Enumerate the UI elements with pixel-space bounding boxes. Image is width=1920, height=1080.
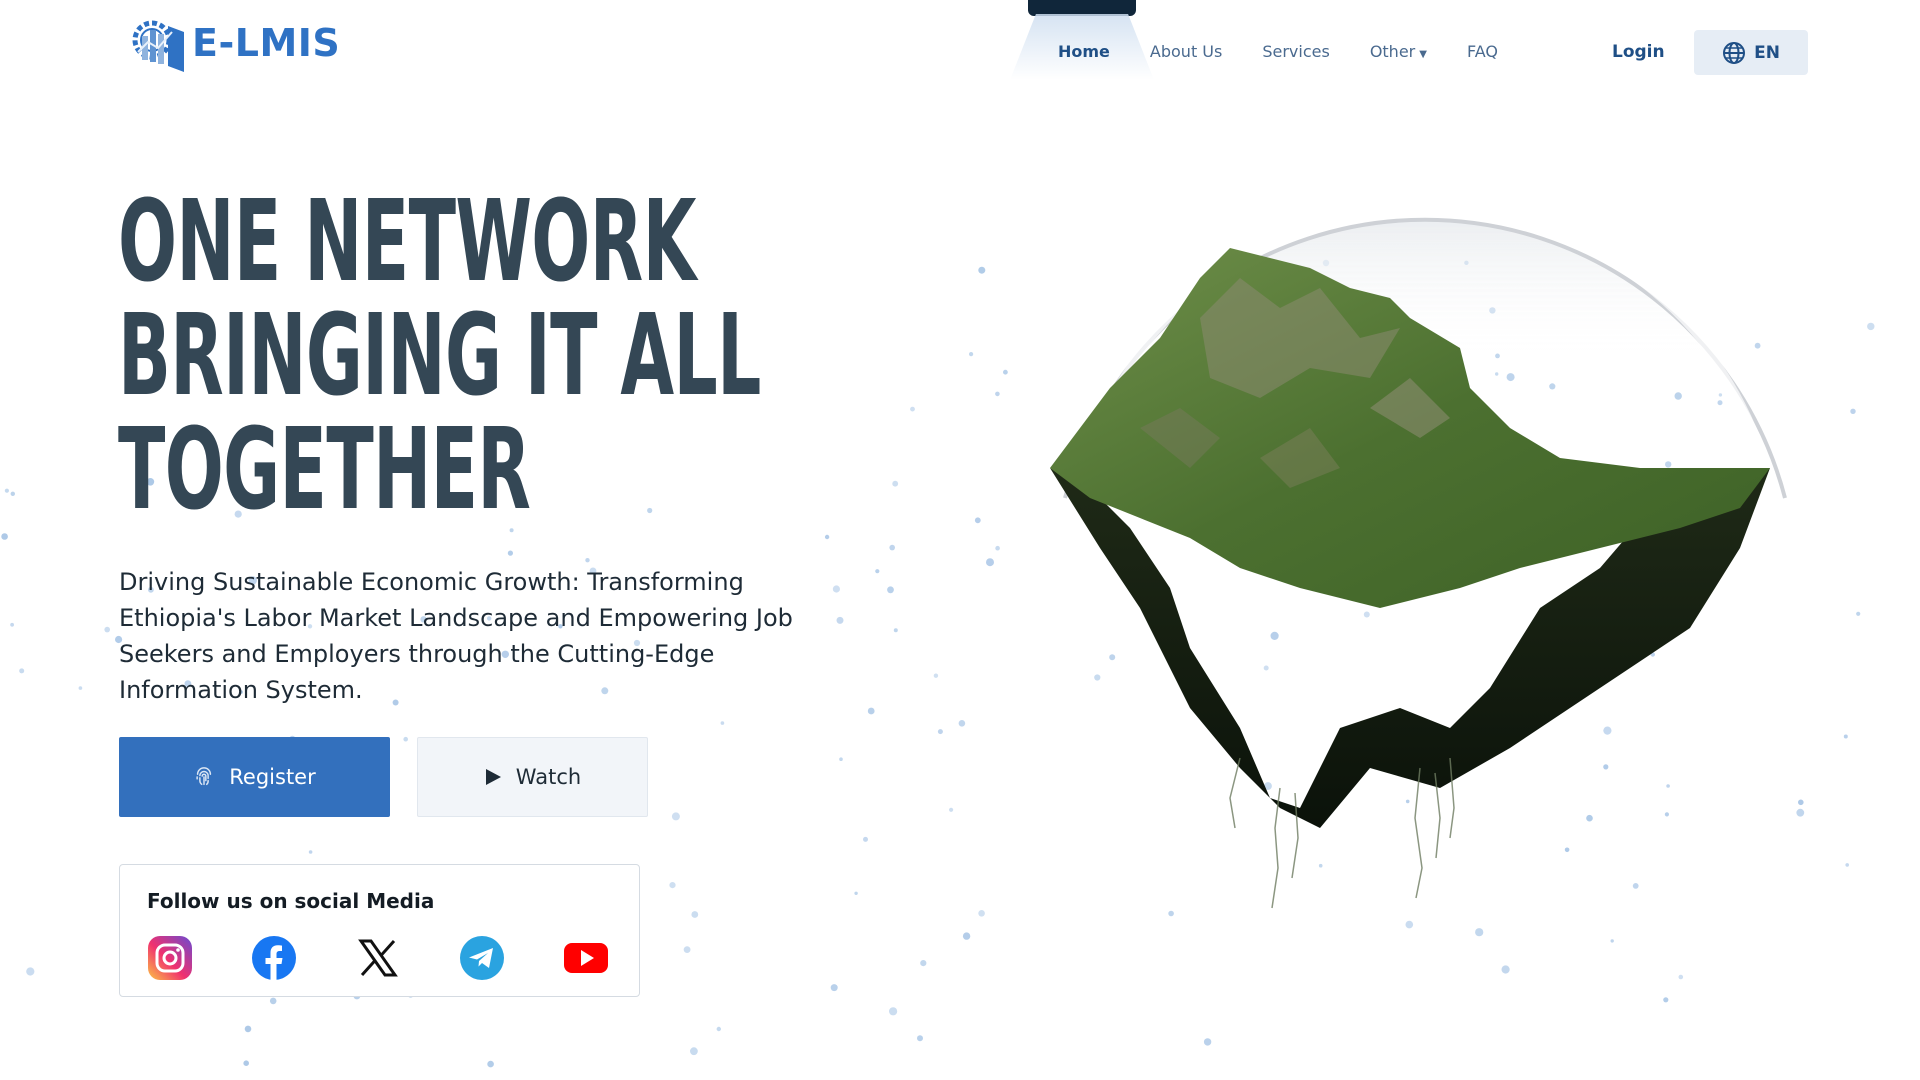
particle-dot	[867, 707, 875, 715]
particle-dot	[585, 558, 590, 563]
logo-gear-icon	[132, 20, 184, 72]
particle-dot	[269, 997, 277, 1005]
particle-dot	[986, 558, 994, 567]
particle-dot	[863, 836, 868, 842]
x-icon[interactable]	[355, 935, 401, 981]
particle-dot	[978, 910, 985, 917]
particle-dot	[244, 1025, 252, 1033]
particle-dot	[887, 586, 894, 594]
particle-dot	[824, 534, 830, 540]
headline-line: BRINGING IT ALL	[118, 291, 761, 421]
particle-dot	[1850, 408, 1856, 414]
register-label: Register	[229, 765, 316, 789]
particle-dot	[1843, 734, 1848, 739]
particle-dot	[1845, 863, 1849, 867]
social-icons-row	[147, 935, 609, 981]
particle-dot	[917, 1035, 923, 1042]
particle-dot	[19, 668, 25, 674]
fingerprint-icon	[196, 767, 212, 786]
particle-dot	[920, 960, 927, 967]
particle-dot	[889, 544, 895, 551]
nav-item-about-us[interactable]: About Us	[1150, 42, 1222, 61]
headline-line: TOGETHER	[118, 405, 531, 535]
particle-dot	[720, 721, 725, 725]
particle-dot	[308, 850, 313, 854]
particle-dot	[691, 911, 699, 918]
globe-icon	[1723, 41, 1746, 64]
ethiopia-island-illustration	[1050, 206, 1787, 909]
nav-active-indicator	[1028, 0, 1136, 16]
register-button[interactable]: Register	[119, 737, 390, 817]
particle-dot	[10, 622, 15, 627]
particle-dot	[669, 882, 676, 889]
nav-item-other-label: Other	[1369, 42, 1416, 61]
particle-dot	[875, 569, 880, 574]
particle-dot	[671, 812, 680, 821]
particle-dot	[487, 1060, 494, 1068]
hero-subtitle: Driving Sustainable Economic Growth: Tra…	[119, 568, 793, 704]
particle-dot	[836, 616, 844, 624]
particle-dot	[1501, 965, 1510, 974]
particle-dot	[889, 1007, 898, 1016]
main-nav: Home About Us Services Other ▼ FAQ	[1058, 42, 1538, 61]
particle-dot	[78, 686, 83, 690]
particle-dot	[832, 585, 841, 593]
particle-dot	[937, 729, 943, 735]
particle-dot	[683, 946, 691, 953]
telegram-icon[interactable]	[459, 935, 505, 981]
particle-dot	[104, 626, 110, 633]
particle-dot	[974, 517, 981, 524]
logo-text: E-LMIS	[192, 21, 341, 65]
particle-dot	[1003, 369, 1008, 375]
particle-dot	[507, 550, 513, 556]
particle-dot	[716, 1026, 721, 1032]
nav-item-services[interactable]: Services	[1262, 42, 1329, 61]
nav-item-home[interactable]: Home	[1058, 42, 1110, 61]
particle-dot	[962, 932, 971, 940]
particle-dot	[4, 488, 9, 493]
social-title: Follow us on social Media	[147, 889, 435, 913]
particle-dot	[830, 984, 838, 992]
particle-dot	[892, 480, 899, 487]
watch-button[interactable]: Watch	[417, 737, 648, 817]
particle-dot	[910, 406, 915, 412]
particle-dot	[949, 807, 954, 812]
language-label: EN	[1754, 42, 1780, 63]
particle-dot	[1663, 997, 1669, 1003]
particle-dot	[403, 736, 409, 742]
particle-dot	[958, 720, 966, 727]
login-link[interactable]: Login	[1612, 42, 1665, 62]
particle-dot	[978, 266, 986, 274]
hero-headline: ONE NETWORK BRINGING IT ALL TOGETHER	[118, 185, 761, 527]
particle-dot	[1, 533, 8, 540]
particle-dot	[839, 757, 843, 761]
instagram-icon[interactable]	[147, 935, 193, 981]
play-icon	[485, 769, 501, 785]
particle-dot	[893, 628, 898, 633]
particle-dot	[995, 545, 1000, 551]
chevron-down-icon: ▼	[1419, 49, 1427, 60]
particle-dot	[969, 352, 974, 357]
particle-dot	[26, 967, 35, 976]
particle-dot	[243, 1060, 249, 1066]
watch-label: Watch	[515, 765, 582, 789]
particle-dot	[1867, 322, 1875, 331]
particle-dot	[10, 491, 15, 496]
particle-dot	[1678, 974, 1684, 980]
nav-item-faq[interactable]: FAQ	[1467, 42, 1498, 61]
youtube-icon[interactable]	[563, 935, 609, 981]
logo[interactable]: E-LMIS	[128, 12, 340, 74]
particle-dot	[1203, 1038, 1212, 1046]
particle-dot	[854, 891, 858, 895]
social-media-panel: Follow us on social Media	[119, 864, 640, 997]
particle-dot	[1856, 611, 1861, 616]
particle-dot	[690, 1047, 698, 1056]
headline-line: ONE NETWORK	[118, 177, 696, 307]
particle-dot	[995, 391, 1000, 397]
nav-item-other[interactable]: Other ▼	[1370, 42, 1427, 61]
language-selector[interactable]: EN	[1694, 30, 1808, 75]
facebook-icon[interactable]	[251, 935, 297, 981]
particle-dot	[933, 673, 939, 678]
